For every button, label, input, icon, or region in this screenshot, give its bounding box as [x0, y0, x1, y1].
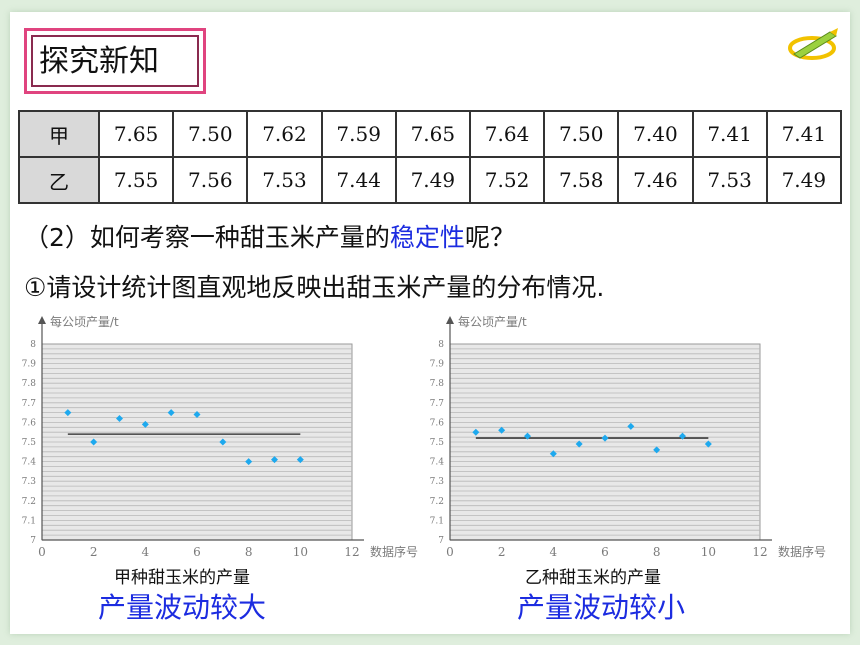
chart-caption-left: 甲种甜玉米的产量 — [114, 568, 250, 588]
question-text: （2）如何考察一种甜玉米产量的稳定性呢？ — [24, 218, 515, 254]
y-axis-arrow — [446, 316, 454, 324]
table-cell: 7.50 — [543, 110, 620, 158]
y-tick-label: 7.5 — [430, 438, 444, 448]
y-tick-label: 7.9 — [22, 360, 36, 370]
y-tick-label: 7.8 — [430, 379, 444, 389]
y-tick-label: 7.1 — [430, 516, 444, 526]
chart-right: 7 7.1 7.2 7.3 7.4 7.5 7.6 7.7 7.8 7.9 8 0 2 4 6 8 10 12 每公… — [430, 314, 826, 559]
x-axis-label: 数据序号 — [370, 544, 418, 559]
x-tick-label: 10 — [701, 545, 716, 559]
table-cell: 7.65 — [394, 110, 471, 158]
chart-left: 7 7.1 7.2 7.3 7.4 7.5 7.6 7.7 7.8 7.9 8 0 2 4 6 8 10 12 每公… — [22, 314, 418, 559]
y-axis-label: 每公顷产量/t — [458, 314, 527, 329]
pencil-icon — [788, 28, 838, 60]
y-tick-label: 7.6 — [22, 418, 36, 428]
table-cell: 7.59 — [320, 110, 397, 158]
y-tick-label: 7.7 — [430, 399, 444, 409]
table-cell: 7.46 — [617, 156, 694, 204]
table-cell: 7.49 — [394, 156, 471, 204]
x-tick-label: 6 — [193, 545, 201, 559]
y-tick-label: 7.4 — [22, 458, 36, 468]
y-tick-label: 7 — [438, 536, 444, 546]
y-tick-label: 7.5 — [22, 438, 36, 448]
table-cell: 7.64 — [468, 110, 546, 158]
x-tick-label: 10 — [293, 545, 308, 559]
x-tick-label: 8 — [653, 545, 661, 559]
x-axis-label: 数据序号 — [778, 544, 826, 559]
x-tick-label: 12 — [752, 545, 767, 559]
table-cell: 7.52 — [468, 156, 546, 204]
y-tick-label: 7.4 — [430, 458, 444, 468]
table-cell: 7.40 — [617, 110, 694, 158]
y-tick-label: 8 — [438, 340, 444, 350]
y-tick-label: 7.8 — [22, 379, 36, 389]
y-tick-label: 7.3 — [430, 477, 444, 487]
y-tick-label: 7.6 — [430, 418, 444, 428]
table-cell: 7.62 — [246, 110, 323, 158]
y-tick-label: 7.1 — [22, 516, 36, 526]
y-tick-label: 7.2 — [430, 497, 444, 507]
question-prefix: （2）如何考察一种甜玉米产量的 — [24, 223, 390, 252]
table-cell: 7.41 — [691, 110, 768, 158]
instruction-text: ①请设计统计图直观地反映出甜玉米产量的分布情况. — [24, 273, 605, 302]
yield-table: 甲 7.65 7.50 7.62 7.59 7.65 7.64 7.50 7.4… — [18, 110, 843, 204]
x-tick-label: 0 — [446, 545, 454, 559]
table-cell: 7.53 — [246, 156, 323, 204]
table-cell: 7.41 — [765, 110, 843, 158]
conclusion-left: 产量波动较大 — [98, 591, 267, 624]
x-tick-label: 0 — [38, 545, 46, 559]
x-tick-label: 2 — [498, 545, 506, 559]
title-frame: 探究新知 — [24, 28, 206, 94]
table-cell: 7.50 — [172, 110, 249, 158]
table-cell: 7.44 — [320, 156, 397, 204]
table-cell: 7.53 — [691, 156, 768, 204]
x-tick-label: 2 — [90, 545, 98, 559]
table-cell: 7.56 — [172, 156, 249, 204]
y-axis-label: 每公顷产量/t — [50, 314, 119, 329]
table-cell: 7.49 — [765, 156, 843, 204]
row-label: 乙 — [18, 156, 100, 204]
y-tick-label: 7.2 — [22, 497, 36, 507]
row-label: 甲 — [18, 110, 100, 158]
x-tick-label: 4 — [142, 545, 150, 559]
table-cell: 7.65 — [97, 110, 175, 158]
chart-caption-right: 乙种甜玉米的产量 — [525, 568, 661, 588]
x-tick-label: 6 — [601, 545, 609, 559]
table-cell: 7.58 — [543, 156, 620, 204]
x-tick-label: 4 — [550, 545, 558, 559]
y-tick-label: 7 — [30, 536, 36, 546]
y-tick-label: 7.9 — [430, 360, 444, 370]
x-tick-label: 8 — [245, 545, 253, 559]
table-cell: 7.55 — [97, 156, 175, 204]
conclusion-right: 产量波动较小 — [517, 591, 686, 624]
question-suffix: 呢？ — [464, 223, 515, 252]
table-row: 乙 7.55 7.56 7.53 7.44 7.49 7.52 7.58 7.4… — [18, 156, 843, 204]
question-highlight: 稳定性 — [389, 223, 465, 252]
x-tick-label: 12 — [344, 545, 359, 559]
y-tick-label: 8 — [30, 340, 36, 350]
page-title: 探究新知 — [31, 35, 199, 87]
y-axis-arrow — [38, 316, 46, 324]
y-tick-label: 7.3 — [22, 477, 36, 487]
y-tick-label: 7.7 — [22, 399, 36, 409]
table-row: 甲 7.65 7.50 7.62 7.59 7.65 7.64 7.50 7.4… — [18, 110, 843, 158]
